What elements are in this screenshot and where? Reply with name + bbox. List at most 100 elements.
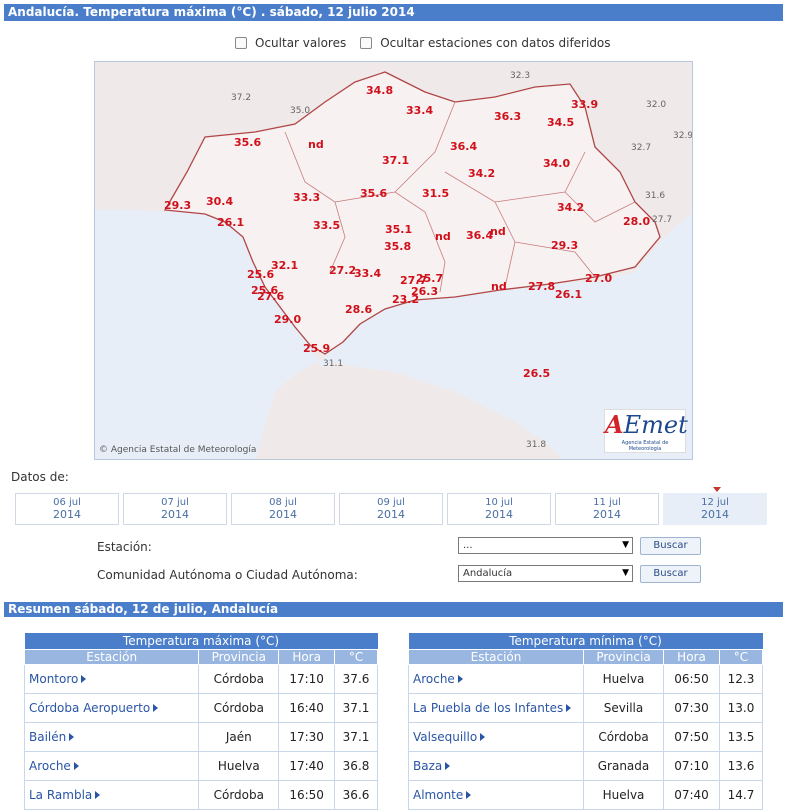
temperature-cell: 37.1	[334, 692, 378, 723]
dropdown-arrow-icon: ▼	[622, 540, 629, 550]
date-tab-year: 2014	[485, 508, 513, 521]
community-search-button[interactable]: Buscar	[640, 565, 701, 583]
station-value-label: 33.5	[313, 219, 340, 232]
station-value-label: 33.9	[571, 98, 598, 111]
column-header[interactable]: Provincia	[198, 648, 280, 665]
station-value-label: 28.6	[345, 303, 372, 316]
station-cell[interactable]: Córdoba Aeropuerto	[23, 692, 200, 723]
station-link[interactable]: Valsequillo	[413, 730, 477, 744]
station-cell[interactable]: Bailén	[23, 721, 200, 752]
station-value-label: 27.2	[329, 264, 356, 277]
station-value-label: 36.4	[450, 140, 477, 153]
column-header[interactable]: Hora	[663, 648, 720, 665]
station-cell[interactable]: La Rambla	[23, 779, 200, 810]
station-search-button[interactable]: Buscar	[640, 537, 701, 555]
column-header[interactable]: Estación	[408, 648, 584, 665]
station-link[interactable]: La Rambla	[29, 788, 92, 802]
station-value-label: 30.4	[206, 195, 233, 208]
date-tab-year: 2014	[53, 508, 81, 521]
station-cell[interactable]: Valsequillo	[408, 721, 584, 752]
map-options: Ocultar valores Ocultar estaciones con d…	[235, 36, 625, 50]
arrow-right-icon[interactable]	[457, 675, 463, 683]
hide-values-checkbox[interactable]	[235, 37, 247, 49]
station-cell[interactable]: Baza	[408, 750, 584, 781]
province-cell: Córdoba	[198, 692, 280, 723]
station-link[interactable]: Bailén	[29, 730, 66, 744]
date-tab[interactable]: 11 jul 2014	[555, 493, 659, 525]
date-tab[interactable]: 06 jul 2014	[15, 493, 119, 525]
station-link[interactable]: Almonte	[413, 788, 463, 802]
arrow-right-icon[interactable]	[466, 791, 472, 799]
arrow-right-icon[interactable]	[566, 704, 572, 712]
station-value-label: 25.9	[303, 342, 330, 355]
arrow-right-icon[interactable]	[480, 733, 486, 741]
max-temperature-table: Temperatura máxima (°C) Estación Provincia…	[23, 633, 378, 810]
station-value-label: 32.9	[673, 131, 693, 141]
temperature-map[interactable]: 32.3 37.2 35.0 34.8 33.9 32.0 33.4 36.3 34.5 32.9…	[94, 61, 693, 460]
station-cell[interactable]: Montoro	[23, 663, 200, 694]
province-cell: Córdoba	[198, 779, 280, 810]
min-temperature-table: Temperatura mínima (°C) Estación Provincia…	[408, 633, 763, 810]
table-row: Almonte Huelva 07:40 14.7	[408, 779, 763, 810]
aemet-logo: AEmet Agencia Estatal de Meteorología	[604, 409, 688, 453]
column-header[interactable]: °C	[334, 648, 378, 665]
temperature-cell: 12.3	[719, 663, 763, 694]
date-tab[interactable]: 07 jul 2014	[123, 493, 227, 525]
station-value-label: 35.0	[290, 106, 310, 116]
date-tab[interactable]: 09 jul 2014	[339, 493, 443, 525]
station-link[interactable]: Aroche	[413, 672, 455, 686]
station-value-label: 25.6	[247, 268, 274, 281]
table-row: La Puebla de los Infantes Sevilla 07:30 13.…	[408, 692, 763, 723]
station-cell[interactable]: La Puebla de los Infantes	[408, 692, 584, 723]
station-value-label: 32.3	[510, 71, 530, 81]
station-cell[interactable]: Almonte	[408, 779, 584, 810]
aemet-logo-sub: Agencia Estatal de Meteorología	[621, 440, 669, 452]
province-cell: Jaén	[198, 721, 280, 752]
date-tab[interactable]: 08 jul 2014	[231, 493, 335, 525]
arrow-right-icon[interactable]	[81, 675, 87, 683]
station-value-label: 25.7	[416, 272, 443, 285]
station-value-label: 27.8	[528, 280, 555, 293]
station-value-label: 31.1	[323, 359, 343, 369]
station-cell[interactable]: Aroche	[408, 663, 584, 694]
station-select[interactable]: ... ▼	[458, 537, 633, 554]
date-tab[interactable]: 12 jul 2014	[663, 493, 767, 525]
province-cell: Huelva	[583, 663, 664, 694]
province-cell: Córdoba	[198, 663, 280, 694]
station-link[interactable]: Aroche	[29, 759, 71, 773]
column-header[interactable]: Estación	[23, 648, 200, 665]
temperature-cell: 13.5	[719, 721, 763, 752]
time-cell: 16:50	[278, 779, 336, 810]
community-select[interactable]: Andalucía ▼	[458, 565, 633, 582]
station-link[interactable]: Montoro	[29, 672, 78, 686]
station-link[interactable]: La Puebla de los Infantes	[413, 701, 563, 715]
time-cell: 07:30	[663, 692, 720, 723]
community-select-value: Andalucía	[463, 568, 513, 579]
arrow-right-icon[interactable]	[73, 762, 79, 770]
date-tab-year: 2014	[161, 508, 189, 521]
province-cell: Huelva	[198, 750, 280, 781]
table-row: Aroche Huelva 17:40 36.8	[23, 750, 378, 781]
column-header[interactable]: Hora	[278, 648, 336, 665]
station-link[interactable]: Córdoba Aeropuerto	[29, 701, 150, 715]
selected-date-marker-icon	[713, 487, 721, 492]
hide-values-label: Ocultar valores	[255, 36, 347, 50]
station-link[interactable]: Baza	[413, 759, 442, 773]
date-tab-year: 2014	[701, 508, 729, 521]
arrow-right-icon[interactable]	[445, 762, 451, 770]
aemet-logo-text: AEmet	[605, 410, 688, 439]
column-header[interactable]: Provincia	[583, 648, 664, 665]
date-tab[interactable]: 10 jul 2014	[447, 493, 551, 525]
station-value-label: 29.3	[164, 199, 191, 212]
arrow-right-icon[interactable]	[95, 791, 101, 799]
arrow-right-icon[interactable]	[69, 733, 75, 741]
column-header[interactable]: °C	[719, 648, 763, 665]
station-cell[interactable]: Aroche	[23, 750, 200, 781]
station-value-label: 32.7	[631, 143, 651, 153]
station-value-label: 29.0	[274, 313, 301, 326]
hide-deferred-checkbox[interactable]	[360, 37, 373, 49]
temperature-cell: 36.8	[334, 750, 378, 781]
temperature-cell: 37.1	[334, 721, 378, 752]
temperature-cell: 13.0	[719, 692, 763, 723]
arrow-right-icon[interactable]	[153, 704, 159, 712]
